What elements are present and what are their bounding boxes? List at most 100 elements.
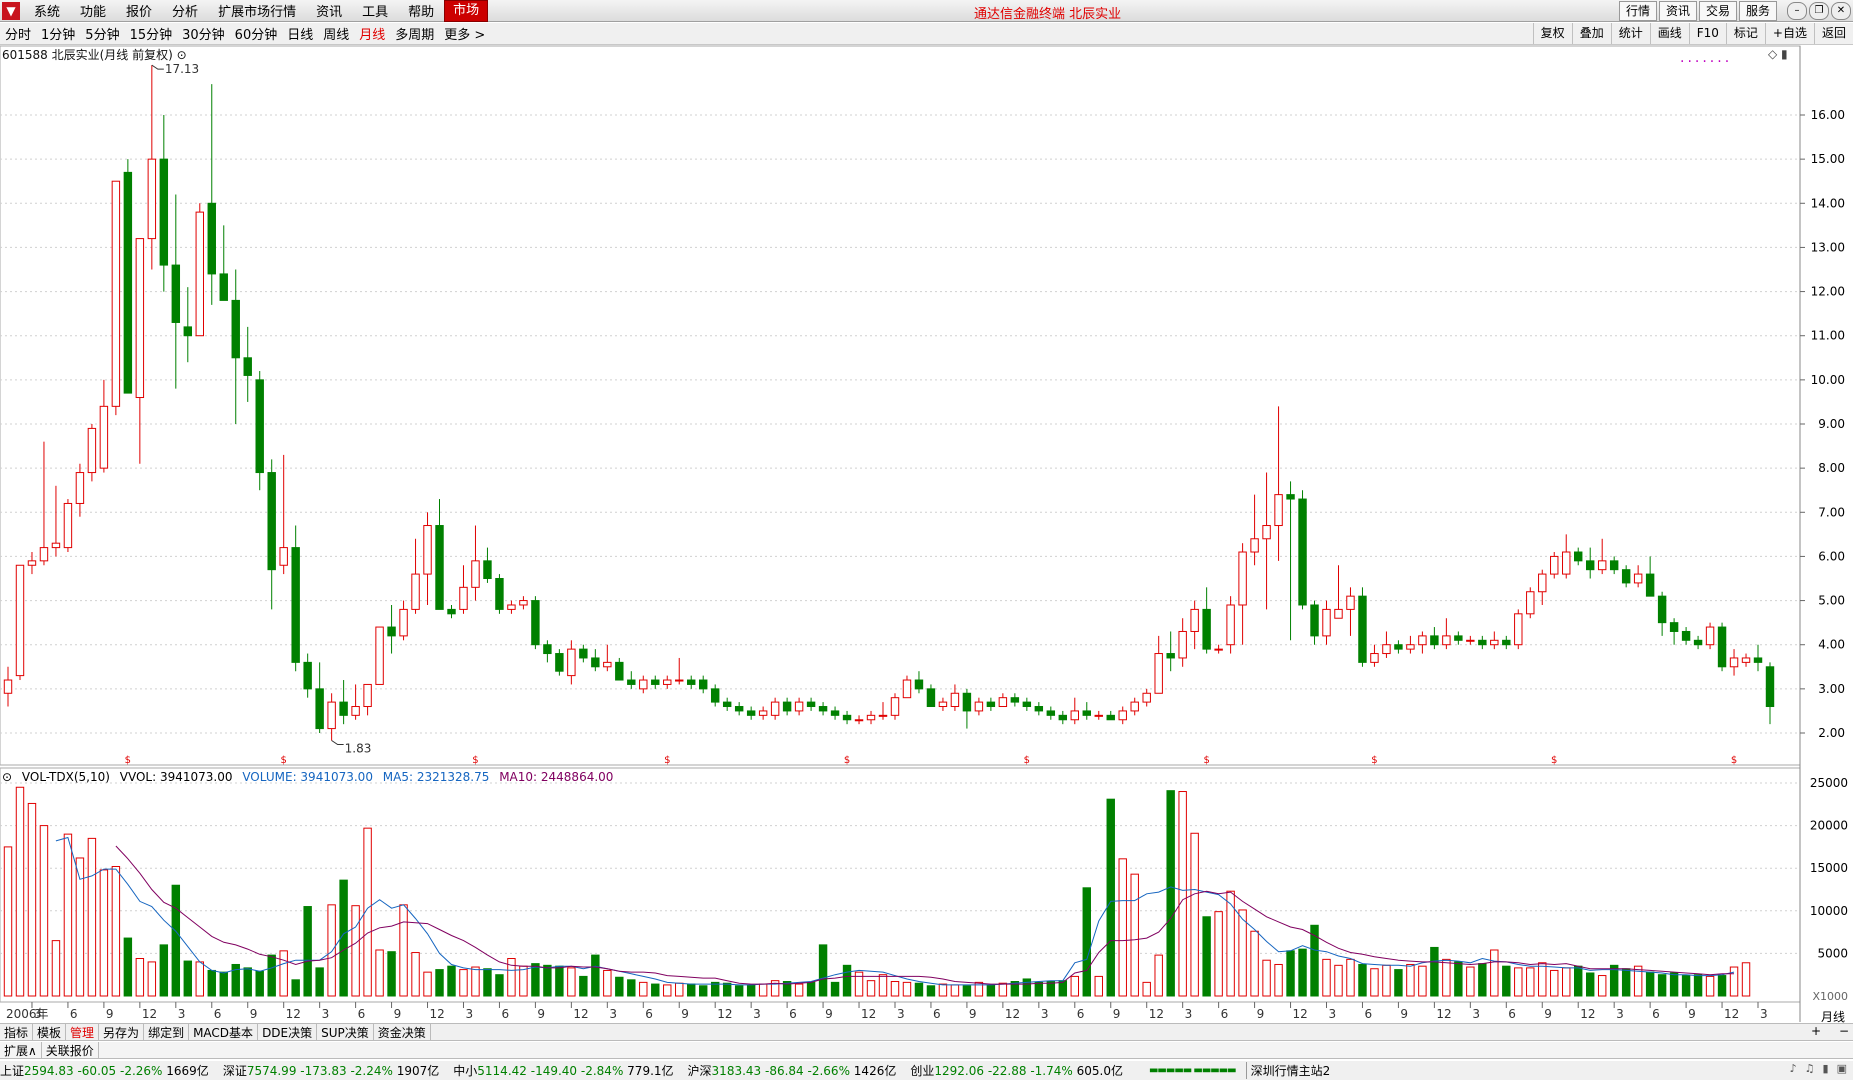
- candle: [363, 683, 372, 716]
- candle: [734, 702, 744, 716]
- candle-body: [1765, 666, 1775, 708]
- candle: [195, 203, 204, 337]
- index-pct: -1.74%: [1030, 1064, 1073, 1078]
- x-tick-label: 6: [789, 1007, 797, 1021]
- index-quote-0[interactable]: 上证2594.83 -60.05 -2.26% 1669亿: [0, 1062, 209, 1079]
- volume-bar: [1538, 962, 1547, 997]
- sound-icon[interactable]: ♪: [1790, 1062, 1797, 1075]
- candle-body: [1190, 608, 1199, 632]
- volume-tick-label: 10000: [1810, 904, 1848, 918]
- candle-body: [986, 701, 996, 708]
- x-tick-label: 3: [753, 1007, 761, 1021]
- volume-bar: [1262, 959, 1271, 997]
- candle: [1178, 618, 1187, 667]
- extension-tab-1[interactable]: 关联报价: [42, 1041, 99, 1059]
- indicator-tab-4[interactable]: 绑定到: [144, 1023, 190, 1041]
- candle-body: [1705, 626, 1715, 646]
- server-name[interactable]: 深圳行情主站2: [1245, 1062, 1330, 1079]
- volume-bar: [1298, 948, 1307, 997]
- candle-body: [1753, 657, 1763, 663]
- candle-body: [231, 299, 240, 359]
- candle: [555, 649, 564, 676]
- candle: [1729, 649, 1739, 676]
- indicator-tab-2[interactable]: 管理: [66, 1023, 100, 1041]
- volume-bar: [1430, 946, 1439, 997]
- index-quote-1[interactable]: 深证7574.99 -173.83 -2.24% 1907亿: [223, 1062, 439, 1079]
- index-quote-3[interactable]: 沪深3183.43 -86.84 -2.66% 1426亿: [688, 1062, 897, 1079]
- indicator-tab-1[interactable]: 模板: [33, 1023, 67, 1041]
- dividend-marker-icon: $: [664, 755, 670, 766]
- index-quote-4[interactable]: 创业1292.06 -22.88 -1.74% 605.0亿: [910, 1062, 1123, 1079]
- high-pointer: [151, 64, 164, 70]
- indicator-tab-0[interactable]: 指标: [0, 1023, 34, 1041]
- candle: [1454, 631, 1463, 645]
- candle: [411, 538, 420, 614]
- volume-tick-label: 5000: [1817, 946, 1848, 960]
- kline-chart[interactable]: 16.00 15.00 14.00 13.00 12.00 11.00 10.00 9.00 8…: [0, 0, 1853, 1022]
- bell-icon[interactable]: ♫: [1805, 1062, 1815, 1075]
- candle-body: [171, 264, 181, 323]
- chevron-down-icon[interactable]: ⊙: [177, 48, 187, 62]
- candle: [854, 715, 864, 725]
- candle-body: [938, 701, 948, 708]
- candle-body: [63, 502, 73, 549]
- indicator-tab-8[interactable]: 资金决策: [374, 1023, 431, 1041]
- price-tick-label: 15.00: [1811, 152, 1845, 166]
- volume-bar: [746, 984, 756, 997]
- indicator-tab-3[interactable]: 另存为: [99, 1023, 145, 1041]
- extension-tabs: 扩展∧ 关联报价: [0, 1041, 1853, 1059]
- candle: [1717, 622, 1727, 672]
- indicator-tab-6[interactable]: DDE决策: [258, 1023, 318, 1041]
- volume-indicator-name[interactable]: VOL-TDX(5,10): [22, 770, 110, 784]
- candle: [806, 697, 816, 711]
- candle: [303, 653, 312, 698]
- candle-body: [1082, 710, 1091, 716]
- ma5-value: MA5: 2321328.75: [382, 770, 490, 784]
- volume-bar: [543, 964, 552, 997]
- candle: [135, 238, 145, 464]
- index-change: -173.83: [300, 1064, 347, 1078]
- indicator-tab-5[interactable]: MACD基本: [189, 1023, 259, 1041]
- candle: [1130, 697, 1139, 716]
- candle-body: [1574, 551, 1583, 562]
- x-tick-label: 9: [969, 1007, 977, 1021]
- volume-bar: [878, 974, 888, 997]
- candle: [962, 688, 972, 729]
- volume-bar: [1418, 965, 1427, 997]
- lock-icon[interactable]: ▣: [1837, 1062, 1847, 1075]
- volume-bar: [1334, 964, 1343, 997]
- candle-body: [87, 427, 97, 474]
- candle-body: [1442, 635, 1451, 646]
- signal-strength-icon[interactable]: ▮: [1823, 1062, 1829, 1075]
- candle: [183, 287, 193, 363]
- indicator-tab-7[interactable]: SUP决策: [317, 1023, 374, 1041]
- stock-title: 601588 北辰实业(月线 前复权) ⊙: [2, 46, 187, 63]
- volume-bar: [219, 971, 228, 997]
- candle-body: [387, 626, 396, 637]
- candle: [375, 626, 384, 685]
- extension-tab-0[interactable]: 扩展∧: [0, 1041, 42, 1059]
- zoom-out-button[interactable]: −: [1839, 1024, 1849, 1038]
- x-tick-label: 3: [1760, 1007, 1768, 1021]
- x-tick-label: 12: [430, 1007, 445, 1021]
- price-tick-label: 3.00: [1818, 682, 1845, 696]
- index-quote-2[interactable]: 中小5114.42 -149.40 -2.84% 779.1亿: [453, 1062, 673, 1079]
- volume-bar: [806, 981, 816, 997]
- candle-body: [1058, 714, 1068, 721]
- vvol-value: VVOL: 3941073.00: [119, 770, 233, 784]
- index-name: 中小: [453, 1064, 478, 1078]
- volume-bar: [375, 949, 384, 997]
- volume-bar: [1597, 975, 1607, 997]
- volume-bar: [1322, 958, 1331, 997]
- candle: [950, 684, 960, 711]
- dividend-marker-icon: $: [125, 755, 131, 766]
- candle-body: [746, 710, 756, 716]
- candle-body: [1741, 657, 1751, 663]
- candle: [147, 65, 157, 270]
- candle: [1106, 710, 1115, 721]
- candle-body: [111, 180, 121, 407]
- volume-bar: [1526, 967, 1535, 997]
- collapse-icon[interactable]: ⊙: [2, 770, 12, 784]
- candle: [1250, 494, 1259, 566]
- zoom-in-button[interactable]: +: [1811, 1024, 1821, 1038]
